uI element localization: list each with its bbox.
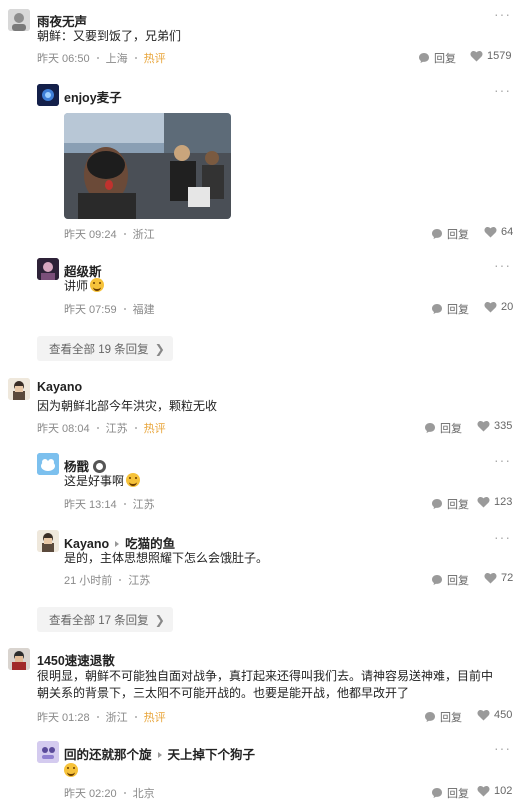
- reply-to-user[interactable]: 天上掉下个狗子: [168, 748, 256, 762]
- reply-text: 是的，主体思想照耀下怎么会饿肚子。: [64, 551, 269, 565]
- hot-badge: 热评: [143, 712, 166, 724]
- reply-bubble-icon: [432, 575, 442, 585]
- comment-meta: 昨天 06:50 上海 热评: [37, 50, 166, 66]
- heart-icon: [477, 710, 490, 721]
- comment-time: 昨天 06:50: [37, 53, 90, 65]
- comment-meta: 昨天 08:04 江苏 热评: [37, 420, 166, 436]
- comment-text: 朝鲜：又要到饭了，兄弟们: [37, 29, 182, 43]
- comment-meta: 昨天 01:28 浙江 热评: [37, 709, 166, 725]
- heart-icon: [477, 497, 490, 508]
- comment-text: 朝关系的背景下，三太阳不可能开战的。也要是能开战，他都早改开了: [37, 686, 410, 700]
- avatar[interactable]: [37, 741, 59, 763]
- heart-icon: [484, 573, 497, 584]
- reply-button[interactable]: 回复: [431, 496, 469, 512]
- laughing-emoji-icon: [90, 278, 105, 292]
- reply-image[interactable]: [64, 113, 231, 219]
- avatar[interactable]: [8, 9, 30, 31]
- heart-icon: [484, 227, 497, 238]
- hot-badge: 热评: [143, 53, 166, 65]
- reply-meta: 昨天 02:20 北京: [64, 788, 155, 800]
- reply-meta: 昨天 13:14 江苏: [64, 499, 155, 511]
- reply-meta: 21 小时前 江苏: [64, 575, 151, 587]
- heart-icon: [477, 421, 490, 432]
- reply-bubble-icon: [432, 304, 442, 314]
- more-dots-icon[interactable]: ···: [494, 82, 511, 98]
- more-dots-icon[interactable]: ···: [494, 257, 511, 273]
- reply-button[interactable]: 回复: [424, 420, 462, 436]
- view-all-replies-button[interactable]: 查看全部 17 条回复 ❯: [37, 607, 173, 632]
- reply-bubble-icon: [425, 712, 435, 722]
- heart-icon: [470, 51, 483, 62]
- avatar[interactable]: [37, 453, 59, 475]
- reply-arrow-icon: [115, 541, 120, 547]
- avatar[interactable]: [37, 84, 59, 106]
- like-button[interactable]: 102: [477, 785, 512, 797]
- like-button[interactable]: 123: [477, 496, 512, 508]
- more-dots-icon[interactable]: ···: [494, 740, 511, 756]
- reply-bubble-icon: [432, 788, 442, 798]
- like-button[interactable]: 64: [484, 226, 513, 238]
- chevron-right-icon: ❯: [154, 612, 165, 627]
- reply-bubble-icon: [432, 499, 442, 509]
- reply-button[interactable]: 回复: [431, 301, 469, 317]
- chevron-right-icon: ❯: [154, 341, 165, 356]
- reply-arrow-icon: [157, 752, 162, 758]
- reply-author[interactable]: 回的还就那个旋 天上掉下个狗子: [64, 744, 255, 763]
- reply-button[interactable]: 回复: [424, 709, 462, 725]
- reply-text: 这是好事啊: [64, 472, 141, 491]
- more-dots-icon[interactable]: ···: [494, 452, 511, 468]
- hot-badge: 热评: [143, 423, 166, 435]
- like-button[interactable]: 20: [484, 301, 513, 313]
- grinning-emoji-icon: [126, 473, 141, 487]
- reply-bubble-icon: [419, 53, 429, 63]
- comment-author[interactable]: Kayano: [37, 380, 82, 394]
- reply-button[interactable]: 回复: [431, 226, 469, 242]
- reply-button[interactable]: 回复: [418, 50, 456, 66]
- avatar[interactable]: [8, 648, 30, 670]
- reply-text: [64, 762, 78, 781]
- comment-text: 因为朝鲜北部今年洪灾，颗粒无收: [37, 399, 218, 413]
- more-dots-icon[interactable]: ···: [494, 6, 511, 22]
- comment-location: 上海: [105, 53, 128, 65]
- reply-button[interactable]: 回复: [431, 572, 469, 588]
- avatar[interactable]: [37, 258, 59, 280]
- avatar[interactable]: [37, 530, 59, 552]
- heart-icon: [484, 302, 497, 313]
- reply-meta: 昨天 07:59 福建: [64, 304, 155, 316]
- reply-meta: 昨天 09:24 浙江: [64, 229, 155, 241]
- like-button[interactable]: 335: [477, 420, 512, 432]
- view-all-replies-button[interactable]: 查看全部 19 条回复 ❯: [37, 336, 173, 361]
- laughing-emoji-icon: [64, 763, 78, 777]
- like-button[interactable]: 450: [477, 709, 512, 721]
- more-dots-icon[interactable]: ···: [494, 529, 511, 545]
- reply-author[interactable]: enjoy麦子: [64, 87, 122, 106]
- reply-bubble-icon: [432, 229, 442, 239]
- heart-icon: [477, 786, 490, 797]
- reply-button[interactable]: 回复: [431, 785, 469, 800]
- avatar[interactable]: [8, 378, 30, 400]
- reply-bubble-icon: [425, 423, 435, 433]
- like-button[interactable]: 1579: [470, 50, 511, 62]
- like-button[interactable]: 72: [484, 572, 513, 584]
- reply-text: 讲师: [64, 277, 105, 296]
